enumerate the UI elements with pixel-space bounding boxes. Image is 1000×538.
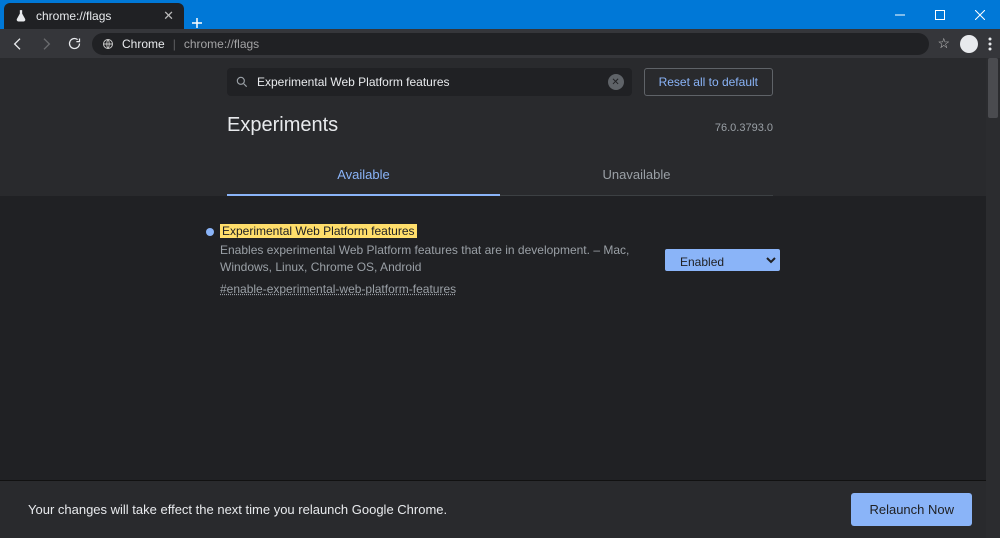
page-title: Experiments [227, 114, 338, 137]
flags-tab-row: Available Unavailable [227, 157, 773, 196]
modified-dot-icon [206, 228, 214, 236]
vertical-scrollbar[interactable] [986, 58, 1000, 538]
browser-tab[interactable]: chrome://flags ✕ [4, 3, 184, 29]
relaunch-bar: Your changes will take effect the next t… [0, 480, 1000, 538]
clear-search-icon[interactable]: ✕ [608, 74, 624, 90]
reload-button[interactable] [64, 34, 84, 54]
flag-item: Experimental Web Platform features Enabl… [220, 224, 780, 296]
tab-title: chrome://flags [36, 9, 155, 23]
flag-description: Enables experimental Web Platform featur… [220, 242, 651, 276]
tab-unavailable[interactable]: Unavailable [500, 157, 773, 195]
address-bar[interactable]: Chrome | chrome://flags [92, 33, 929, 55]
relaunch-message: Your changes will take effect the next t… [28, 502, 447, 517]
scrollbar-thumb[interactable] [988, 58, 998, 118]
omnibox-separator: | [173, 37, 176, 51]
search-icon [235, 75, 249, 89]
flags-header-zone: ✕ Reset all to default Experiments 76.0.… [0, 58, 1000, 196]
reset-all-button[interactable]: Reset all to default [644, 68, 773, 96]
flag-title: Experimental Web Platform features [220, 224, 417, 238]
page-content: ✕ Reset all to default Experiments 76.0.… [0, 58, 1000, 538]
relaunch-button[interactable]: Relaunch Now [851, 493, 972, 526]
back-button[interactable] [8, 34, 28, 54]
window-minimize-button[interactable] [880, 0, 920, 29]
flags-list: Experimental Web Platform features Enabl… [0, 196, 1000, 480]
chrome-version: 76.0.3793.0 [715, 122, 773, 134]
flask-icon [14, 9, 28, 23]
tab-strip: chrome://flags ✕ [0, 0, 210, 29]
site-info-icon[interactable] [102, 38, 114, 50]
flag-state-select[interactable]: DefaultEnabledDisabled [665, 249, 780, 271]
site-chip: Chrome [122, 37, 165, 51]
tab-available[interactable]: Available [227, 157, 500, 196]
menu-kebab-icon[interactable] [988, 37, 992, 51]
forward-button[interactable] [36, 34, 56, 54]
bookmark-star-icon[interactable]: ☆ [937, 35, 950, 52]
flag-anchor-link[interactable]: #enable-experimental-web-platform-featur… [220, 282, 456, 296]
search-input[interactable] [257, 75, 600, 89]
window-maximize-button[interactable] [920, 0, 960, 29]
window-close-button[interactable] [960, 0, 1000, 29]
browser-toolbar: Chrome | chrome://flags ☆ [0, 29, 1000, 58]
new-tab-button[interactable] [184, 17, 210, 29]
window-controls [880, 0, 1000, 29]
flags-search-box[interactable]: ✕ [227, 68, 632, 96]
url-text: chrome://flags [184, 37, 259, 51]
window-titlebar: chrome://flags ✕ [0, 0, 1000, 29]
toolbar-right: ☆ [937, 35, 992, 53]
close-icon[interactable]: ✕ [163, 8, 174, 24]
profile-avatar[interactable] [960, 35, 978, 53]
